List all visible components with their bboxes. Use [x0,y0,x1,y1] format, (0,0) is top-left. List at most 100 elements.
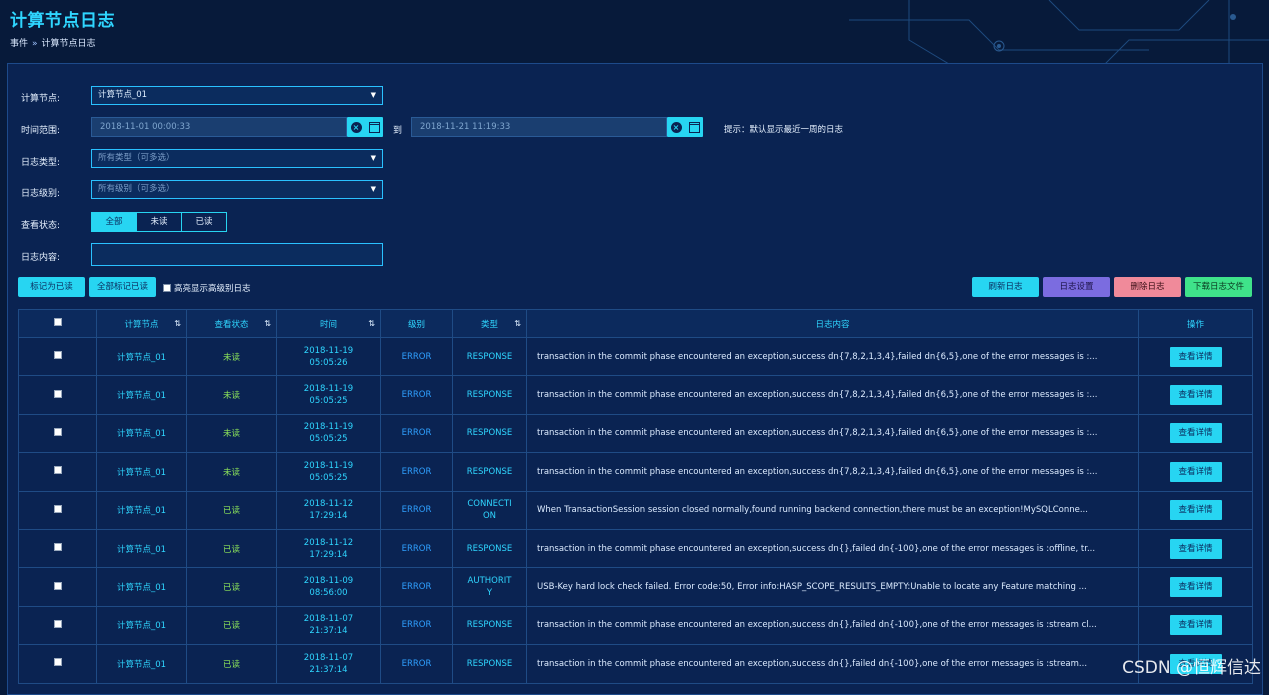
row-checkbox[interactable] [53,619,62,628]
type-text-line: Y [486,588,493,599]
column-header-type[interactable]: 类型 ⇅ [452,309,527,338]
row-checkbox[interactable] [53,504,62,513]
view-details-button[interactable]: 查看详情 [1169,500,1222,521]
row-select-cell [18,413,97,454]
log-table: 计算节点 ⇅ 查看状态 ⇅ 时间 ⇅ 级别 类型 ⇅ 日志内容 操作 计算节点_01 未读… [18,309,1253,684]
calendar-icon[interactable] [368,121,380,133]
view-details-button[interactable]: 查看详情 [1169,577,1222,598]
table-row[interactable]: 计算节点_01 未读 2018-11-19 05:05:26 ERROR RESPONSE… [18,336,1253,377]
view-details-button[interactable]: 查看详情 [1169,346,1222,367]
table-row[interactable]: 计算节点_01 已读 2018-11-09 08:56:00 ERROR AUTHORIT… [18,567,1253,607]
watermark: CSDN @恒辉信达 [1122,658,1261,678]
table-row[interactable]: 计算节点_01 未读 2018-11-19 05:05:25 ERROR RESPONSE… [18,413,1253,454]
column-header-time[interactable]: 时间 ⇅ [276,309,381,338]
action-cell: 查看详情 [1138,567,1253,607]
column-header-action: 操作 [1138,309,1253,338]
clear-icon[interactable]: × [350,121,362,133]
view-details-button[interactable]: 查看详情 [1169,538,1222,559]
row-select-cell [18,336,97,377]
status-cell: 未读 [186,452,277,492]
sort-icon[interactable]: ⇅ [174,319,181,328]
table-row[interactable]: 计算节点_01 已读 2018-11-12 17:29:14 ERROR RESPONSE… [18,528,1253,569]
refresh-log-button[interactable]: 刷新日志 [972,277,1039,297]
mark-read-button[interactable]: 标记为已读 [18,277,85,297]
row-checkbox[interactable] [53,466,62,475]
sort-icon[interactable]: ⇅ [368,319,375,328]
status-option-all[interactable]: 全部 [92,213,137,231]
status-option-unread[interactable]: 未读 [137,213,182,231]
start-time-input[interactable]: 2018-11-01 00:00:33 [91,117,347,137]
sort-icon[interactable]: ⇅ [264,319,271,328]
chevron-down-icon: ▼ [370,154,376,162]
view-details-button[interactable]: 查看详情 [1169,423,1222,444]
clock-text: 05:05:26 [309,357,348,368]
view-details-button[interactable]: 查看详情 [1169,615,1222,636]
status-cell: 未读 [186,336,277,377]
mark-all-read-button[interactable]: 全部标记已读 [89,277,156,297]
action-cell: 查看详情 [1138,452,1253,492]
highlight-checkbox[interactable] [163,284,171,292]
delete-log-button[interactable]: 删除日志 [1114,277,1181,297]
level-cell: ERROR [380,605,453,646]
column-header-label: 操作 [1186,319,1204,330]
view-details-button[interactable]: 查看详情 [1169,461,1222,482]
action-cell: 查看详情 [1138,413,1253,454]
table-row[interactable]: 计算节点_01 未读 2018-11-19 05:05:25 ERROR RESPONSE… [18,375,1253,415]
column-header-node[interactable]: 计算节点 ⇅ [96,309,187,338]
log-type-label: 日志类型: [21,158,61,168]
view-details-button[interactable]: 查看详情 [1169,385,1222,406]
column-header-label: 类型 [480,319,498,330]
breadcrumb-item-events[interactable]: 事件 [10,39,28,49]
breadcrumb-item-current: 计算节点日志 [41,39,96,49]
clear-icon[interactable]: × [670,121,682,133]
sort-icon[interactable]: ⇅ [514,319,521,328]
type-text-line: RESPONSE [466,658,513,669]
action-cell: 查看详情 [1138,528,1253,569]
status-cell: 已读 [186,644,277,684]
table-row[interactable]: 计算节点_01 已读 2018-11-07 21:37:14 ERROR RESPONSE… [18,644,1253,684]
table-row[interactable]: 计算节点_01 未读 2018-11-19 05:05:25 ERROR RESPONSE… [18,452,1253,492]
column-header-status[interactable]: 查看状态 ⇅ [186,309,277,338]
level-cell: ERROR [380,375,453,415]
log-content-input[interactable] [91,243,383,266]
type-text-line: RESPONSE [466,351,513,362]
level-cell: ERROR [380,452,453,492]
date-text: 2018-11-12 [303,499,354,510]
row-checkbox[interactable] [53,389,62,398]
page-title: 计算节点日志 [10,11,115,31]
highlight-high-level-toggle[interactable]: 高亮显示高级别日志 [163,282,251,294]
log-level-select[interactable]: 所有级别（可多选） ▼ [91,180,383,199]
column-header-level: 级别 [380,309,453,338]
row-checkbox[interactable] [53,427,62,436]
date-text: 2018-11-19 [303,384,354,395]
filter-and-log-panel: 计算节点: 计算节点_01 ▼ 时间范围: 2018-11-01 00:00:3… [7,63,1263,695]
type-text-line: RESPONSE [466,543,513,554]
node-select[interactable]: 计算节点_01 ▼ [91,86,383,105]
time-cell: 2018-11-07 21:37:14 [276,605,381,646]
log-type-select[interactable]: 所有类型（可多选） ▼ [91,149,383,168]
log-settings-button[interactable]: 日志设置 [1043,277,1110,297]
end-time-input[interactable]: 2018-11-21 11:19:33 [411,117,667,137]
row-checkbox[interactable] [53,351,62,360]
calendar-icon[interactable] [688,121,700,133]
node-cell: 计算节点_01 [96,528,187,569]
table-row[interactable]: 计算节点_01 已读 2018-11-12 17:29:14 ERROR CONNECTI… [18,490,1253,530]
column-header-label: 查看状态 [214,319,249,330]
row-checkbox[interactable] [53,543,62,552]
time-cell: 2018-11-19 05:05:26 [276,336,381,377]
log-content-label: 日志内容: [21,253,61,263]
content-cell: transaction in the commit phase encounte… [526,644,1139,684]
table-header-row: 计算节点 ⇅ 查看状态 ⇅ 时间 ⇅ 级别 类型 ⇅ 日志内容 操作 [18,309,1253,338]
clock-text: 21:37:14 [309,664,348,675]
status-option-read[interactable]: 已读 [182,213,226,231]
row-checkbox[interactable] [53,658,62,667]
time-cell: 2018-11-09 08:56:00 [276,567,381,607]
table-row[interactable]: 计算节点_01 已读 2018-11-07 21:37:14 ERROR RESPONSE… [18,605,1253,646]
clock-text: 05:05:25 [309,472,348,483]
row-checkbox[interactable] [53,581,62,590]
select-all-checkbox[interactable] [53,318,62,326]
download-log-file-button[interactable]: 下载日志文件 [1185,277,1252,297]
type-cell: RESPONSE [452,528,527,569]
time-to-label: 到 [393,126,403,136]
status-cell: 已读 [186,567,277,607]
